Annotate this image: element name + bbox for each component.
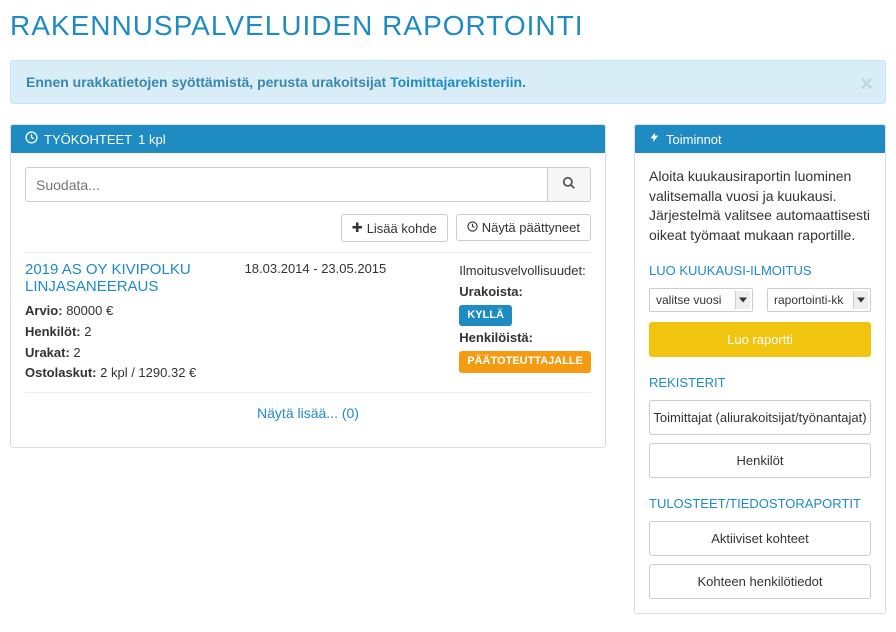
clock-icon xyxy=(467,220,478,235)
badge-contracts: KYLLÄ xyxy=(459,305,512,327)
month-select[interactable]: raportointi-kk xyxy=(767,288,871,312)
plus-icon: ✚ xyxy=(352,220,363,236)
chevron-down-icon xyxy=(857,298,865,303)
project-meta: Arvio: 80000 € Henkilöt: 2 Urakat: 2 Ost… xyxy=(25,301,245,384)
section-month-title: LUO KUUKAUSI-ILMOITUS xyxy=(649,263,871,278)
actions-panel: Toiminnot Aloita kuukausiraportin luomin… xyxy=(634,124,886,614)
show-more-link[interactable]: Näytä lisää... (0) xyxy=(257,405,359,421)
add-worksite-button[interactable]: ✚ Lisää kohde xyxy=(341,214,448,242)
project-obligations: Ilmoitusvelvollisuudet: Urakoista: KYLLÄ… xyxy=(459,261,591,384)
show-ended-button[interactable]: Näytä päättyneet xyxy=(456,214,591,241)
close-icon[interactable]: × xyxy=(860,71,873,97)
project-row: 2019 AS OY KIVIPOLKU LINJASANEERAUS Arvi… xyxy=(25,252,591,392)
create-report-button[interactable]: Luo raportti xyxy=(649,322,871,357)
clock-icon xyxy=(25,131,38,147)
info-text: Aloita kuukausiraportin luominen valitse… xyxy=(649,167,871,245)
project-dates: 18.03.2014 - 23.05.2015 xyxy=(245,261,460,276)
panel-title-text: TYÖKOHTEET xyxy=(44,132,132,147)
year-select[interactable]: valitse vuosi xyxy=(649,288,753,312)
add-worksite-label: Lisää kohde xyxy=(367,221,437,236)
search-icon xyxy=(562,178,576,193)
site-person-info-button[interactable]: Kohteen henkilötiedot xyxy=(649,564,871,599)
filter-input[interactable] xyxy=(25,167,547,202)
panel-title-count: 1 kpl xyxy=(138,132,165,147)
alert-link[interactable]: Toimittajarekisteriin. xyxy=(390,74,526,90)
alert-text: Ennen urakkatietojen syöttämistä, perust… xyxy=(26,74,390,90)
actions-panel-header: Toiminnot xyxy=(635,125,885,153)
page-title: RAKENNUSPALVELUIDEN RAPORTOINTI xyxy=(10,10,886,42)
badge-persons: PÄÄTOTEUTTAJALLE xyxy=(459,351,591,373)
bolt-icon xyxy=(649,131,660,147)
section-registers-title: REKISTERIT xyxy=(649,375,871,390)
show-more-row: Näytä lisää... (0) xyxy=(25,392,591,433)
section-reports-title: TULOSTEET/TIEDOSTORAPORTIT xyxy=(649,496,871,511)
persons-button[interactable]: Henkilöt xyxy=(649,443,871,478)
project-title-link[interactable]: 2019 AS OY KIVIPOLKU LINJASANEERAUS xyxy=(25,261,245,295)
alert-info: Ennen urakkatietojen syöttämistä, perust… xyxy=(10,60,886,104)
worksites-panel-header: TYÖKOHTEET 1 kpl xyxy=(11,125,605,153)
search-button[interactable] xyxy=(547,167,591,202)
worksites-panel: TYÖKOHTEET 1 kpl ✚ xyxy=(10,124,606,448)
actions-panel-title: Toiminnot xyxy=(666,132,722,147)
suppliers-button[interactable]: Toimittajat (aliurakoitsijat/työnantajat… xyxy=(649,400,871,435)
chevron-down-icon xyxy=(739,298,747,303)
show-ended-label: Näytä päättyneet xyxy=(482,220,580,235)
active-sites-button[interactable]: Aktiiviset kohteet xyxy=(649,521,871,556)
